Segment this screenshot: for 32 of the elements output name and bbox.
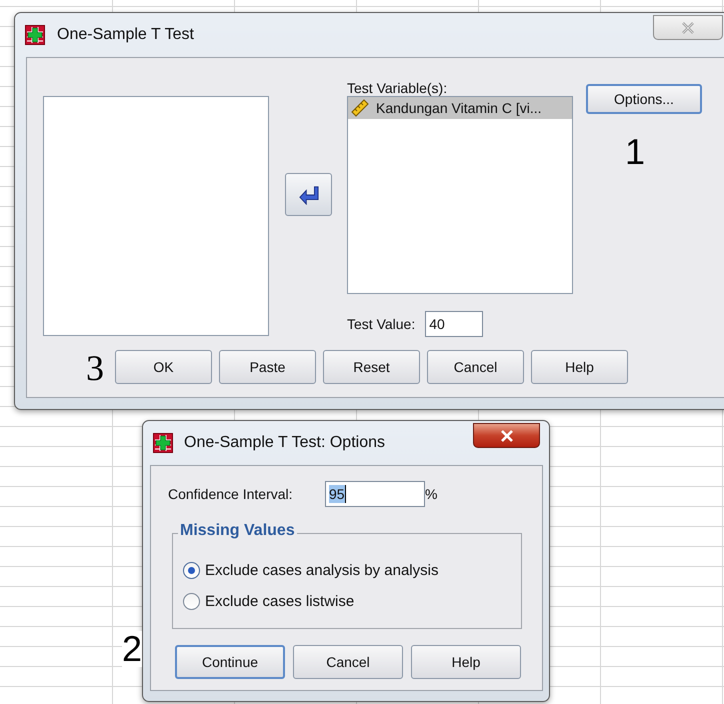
ruler-icon — [351, 99, 369, 117]
options-button[interactable]: Options... — [586, 84, 702, 114]
step-number: 3 — [86, 350, 104, 386]
test-value-label: Test Value: — [347, 316, 416, 332]
dialog-button[interactable]: Cancel — [427, 350, 524, 384]
window-title: One-Sample T Test: Options — [184, 434, 385, 452]
dialog-button[interactable]: OK — [115, 350, 212, 384]
move-button[interactable] — [285, 173, 332, 216]
radio-option[interactable]: Exclude cases listwise — [183, 593, 521, 610]
radio-option[interactable]: Exclude cases analysis by analysis — [183, 562, 521, 579]
arrow-icon — [298, 184, 320, 204]
window-title: One-Sample T Test — [57, 26, 194, 44]
app-icon — [153, 433, 173, 453]
close-icon — [681, 22, 695, 34]
dialog-button[interactable]: Reset — [323, 350, 420, 384]
test-value-field[interactable]: 40 — [425, 311, 484, 337]
confidence-interval-field[interactable]: 95 — [325, 481, 425, 507]
dialog-button[interactable]: Help — [531, 350, 628, 384]
test-variables-label: Test Variable(s): — [347, 80, 448, 96]
group-legend: Missing Values — [178, 522, 297, 540]
app-icon — [25, 25, 45, 45]
percent-label: % — [425, 486, 438, 502]
close-icon — [500, 430, 514, 442]
close-button[interactable] — [473, 423, 540, 448]
dialog-button[interactable]: Help — [411, 645, 521, 679]
dialog-button[interactable]: Cancel — [293, 645, 403, 679]
variable-item[interactable]: Kandungan Vitamin C [vi... — [348, 97, 572, 119]
test-variable-list[interactable]: Kandungan Vitamin C [vi... — [347, 96, 573, 294]
dialog-button[interactable]: Continue — [175, 645, 285, 679]
step-number: 1 — [625, 134, 646, 170]
confidence-interval-label: Confidence Interval: — [168, 486, 294, 502]
dialog-button[interactable]: Paste — [219, 350, 316, 384]
